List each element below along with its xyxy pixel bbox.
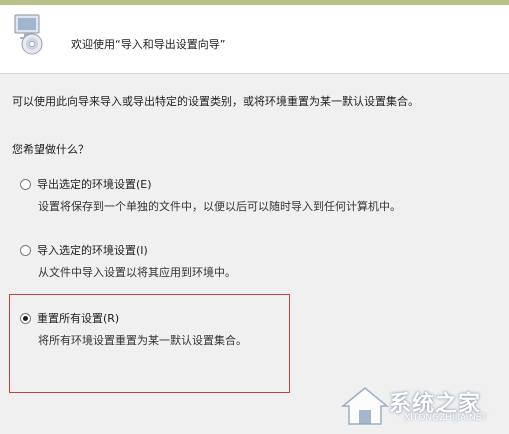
watermark-url: XITONGZHIJIA.NET — [404, 413, 487, 423]
export-settings-label[interactable]: 导出选定的环境设置(E) — [37, 176, 152, 192]
wizard-title: 欢迎使用“导入和导出设置向导” — [71, 38, 226, 51]
export-settings-radio[interactable] — [20, 178, 31, 190]
export-settings-radio-row[interactable]: 导出选定的环境设置(E) — [20, 176, 401, 192]
computer-disc-icon — [14, 14, 43, 55]
import-settings-label[interactable]: 导入选定的环境设置(I) — [37, 242, 148, 258]
reset-settings-radio[interactable] — [20, 312, 31, 324]
export-settings-description: 设置将保存到一个单独的文件中，以便以后可以随时导入到任何计算机中。 — [38, 200, 401, 213]
import-settings-description: 从文件中导入设置以将其应用到环境中。 — [38, 266, 236, 279]
option-reset-settings: 重置所有设置(R) 将所有环境设置重置为某一默认设置集合。 — [20, 310, 247, 348]
option-import-settings: 导入选定的环境设置(I) 从文件中导入设置以将其应用到环境中。 — [20, 242, 236, 280]
wizard-description: 可以使用此向导来导入或导出特定的设置类别，或将环境重置为某一默认设置集合。 — [12, 95, 419, 108]
wizard-header: 欢迎使用“导入和导出设置向导” — [0, 5, 509, 74]
option-export-settings: 导出选定的环境设置(E) 设置将保存到一个单独的文件中，以便以后可以随时导入到任… — [20, 176, 401, 214]
import-settings-radio[interactable] — [20, 244, 31, 256]
reset-settings-description: 将所有环境设置重置为某一默认设置集合。 — [38, 334, 247, 347]
question-label: 您希望做什么？ — [12, 143, 89, 156]
reset-settings-label[interactable]: 重置所有设置(R) — [37, 310, 119, 326]
reset-settings-radio-row[interactable]: 重置所有设置(R) — [20, 310, 247, 326]
import-settings-radio-row[interactable]: 导入选定的环境设置(I) — [20, 242, 236, 258]
